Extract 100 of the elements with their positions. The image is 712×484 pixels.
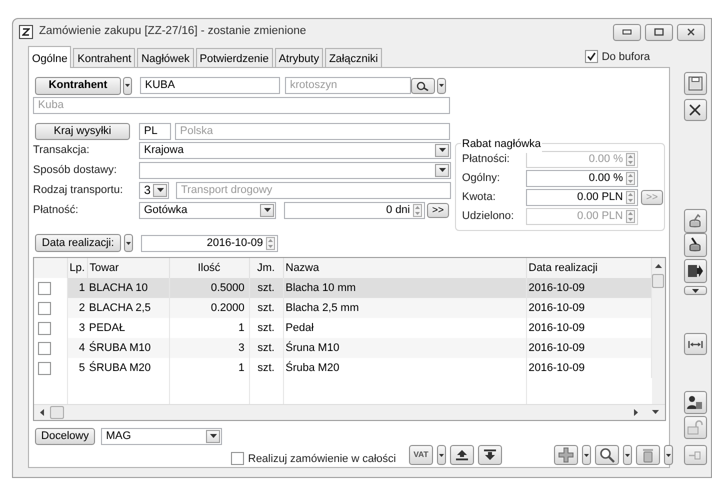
arrows-icon (688, 340, 702, 348)
more-button[interactable]: >> (427, 202, 449, 218)
date-field[interactable]: 2016-10-09 (141, 234, 278, 252)
dropdown-button[interactable] (436, 445, 446, 465)
tab[interactable]: Atrybuty (274, 48, 324, 67)
scroll-thumb[interactable] (652, 274, 664, 288)
table-cell: 2016-10-09 (526, 358, 651, 378)
column-header[interactable]: Jm. (249, 258, 283, 278)
minimize-button[interactable] (613, 24, 641, 40)
combo-box[interactable]: MAG (101, 428, 222, 444)
table-cell: 3 (169, 338, 249, 358)
spinner-icon[interactable] (626, 172, 635, 185)
dropdown-button[interactable] (684, 286, 706, 295)
users-icon (687, 395, 703, 410)
table-cell: Śruba M20 (283, 358, 526, 378)
vat-button[interactable]: VAT (408, 445, 433, 465)
scroll-up-icon[interactable] (654, 264, 662, 268)
field-label: Rodzaj transportu: (33, 182, 124, 198)
spinner-icon[interactable] (626, 191, 635, 204)
add-button[interactable] (554, 445, 578, 465)
spinner-icon[interactable] (413, 204, 422, 216)
combo-box[interactable]: Krajowa (139, 142, 451, 158)
checkbox-label: Realizuj zamówienie w całości (248, 452, 396, 466)
scroll-thumb[interactable] (50, 406, 64, 418)
field-label: Udzielono: (462, 209, 515, 224)
tab[interactable]: Kontrahent (73, 48, 136, 67)
unlock-icon (687, 420, 703, 435)
tab[interactable]: Załączniki (325, 48, 382, 67)
do-bufora-checkbox[interactable] (584, 50, 598, 64)
table-cell: 3 (67, 318, 87, 338)
table-cell: szt. (249, 298, 283, 318)
row-checkbox[interactable] (38, 282, 51, 294)
table-cell: 2016-10-09 (526, 318, 651, 338)
table-cell: 1 (67, 278, 87, 298)
table-cell: BLACHA 2,5 (87, 298, 169, 318)
caret-icon (692, 288, 698, 292)
row-checkbox[interactable] (38, 302, 51, 314)
column-header[interactable]: Ilość (169, 258, 249, 278)
column-header[interactable]: Nazwa (283, 258, 526, 278)
number-field[interactable]: 0.00 % (526, 170, 638, 187)
scroll-down-icon[interactable] (652, 410, 659, 414)
table-cell: ŚRUBA M20 (87, 358, 169, 378)
docelowy-button[interactable]: Docelowy (35, 428, 95, 444)
kraj-wysylki-button[interactable]: Kraj wysyłki (35, 123, 130, 140)
trash-icon (642, 448, 654, 462)
column-header[interactable]: Towar (87, 258, 169, 278)
save-button[interactable] (684, 72, 706, 95)
app-icon (19, 25, 33, 39)
column-header[interactable]: Data realizacji (526, 258, 651, 278)
search-button[interactable] (594, 445, 619, 465)
scroll-right-icon[interactable] (634, 408, 638, 416)
tab[interactable]: Potwierdzenie (196, 48, 273, 67)
column-header[interactable]: Lp. (67, 258, 87, 278)
close-button[interactable] (677, 24, 705, 40)
dropdown-button[interactable] (437, 78, 446, 94)
row-checkbox[interactable] (38, 342, 51, 354)
dropdown-button[interactable] (123, 76, 132, 94)
dropdown-button[interactable] (582, 445, 591, 465)
table-cell: Śruna M10 (283, 338, 526, 358)
number-field[interactable]: 0.00 PLN (526, 189, 638, 206)
spinner-icon[interactable] (266, 236, 275, 250)
import-button[interactable] (478, 445, 502, 465)
toolbar-button[interactable] (684, 391, 706, 414)
combo-box[interactable]: Gotówka (139, 202, 276, 218)
table-arrow-icon (687, 264, 703, 278)
toolbar-button[interactable] (684, 209, 706, 233)
dropdown-button[interactable] (622, 445, 632, 465)
export-button[interactable] (450, 445, 474, 465)
toolbar-button[interactable] (684, 233, 706, 257)
close-button[interactable] (684, 99, 706, 121)
table-cell: ŚRUBA M10 (87, 338, 169, 358)
data-realizacji-button[interactable]: Data realizacji: (35, 234, 121, 252)
upload-icon (454, 449, 469, 461)
code-field[interactable]: KUBA (140, 77, 280, 94)
days-field[interactable]: 0 dni (284, 202, 425, 218)
search-icon (415, 80, 431, 90)
row-checkbox[interactable] (38, 362, 51, 374)
table-cell: 5 (67, 358, 87, 378)
row-checkbox[interactable] (38, 322, 51, 334)
field-label: Płatność: (33, 202, 80, 218)
pin-icon (688, 450, 702, 460)
combo-box[interactable]: 3 (139, 182, 169, 198)
country-code-field[interactable]: PL (139, 123, 171, 140)
scroll-left-icon[interactable] (40, 408, 44, 416)
tab[interactable]: Nagłówek (137, 48, 194, 67)
table-cell: 0.2000 (169, 298, 249, 318)
realizuj-checkbox[interactable] (231, 452, 244, 466)
dropdown-button[interactable] (124, 234, 133, 252)
caret-icon (126, 242, 131, 244)
link-button[interactable] (684, 333, 706, 355)
tab[interactable]: Ogólne (28, 46, 72, 68)
caret-icon (666, 454, 671, 456)
table-cell: PEDAŁ (87, 318, 169, 338)
maximize-icon (654, 28, 664, 36)
kontrahent-button[interactable]: Kontrahent (35, 76, 121, 94)
dropdown-button[interactable] (664, 445, 673, 465)
table-cell: szt. (249, 278, 283, 298)
search-button[interactable] (411, 78, 435, 94)
export-table-button[interactable] (684, 259, 706, 283)
maximize-button[interactable] (645, 24, 673, 40)
